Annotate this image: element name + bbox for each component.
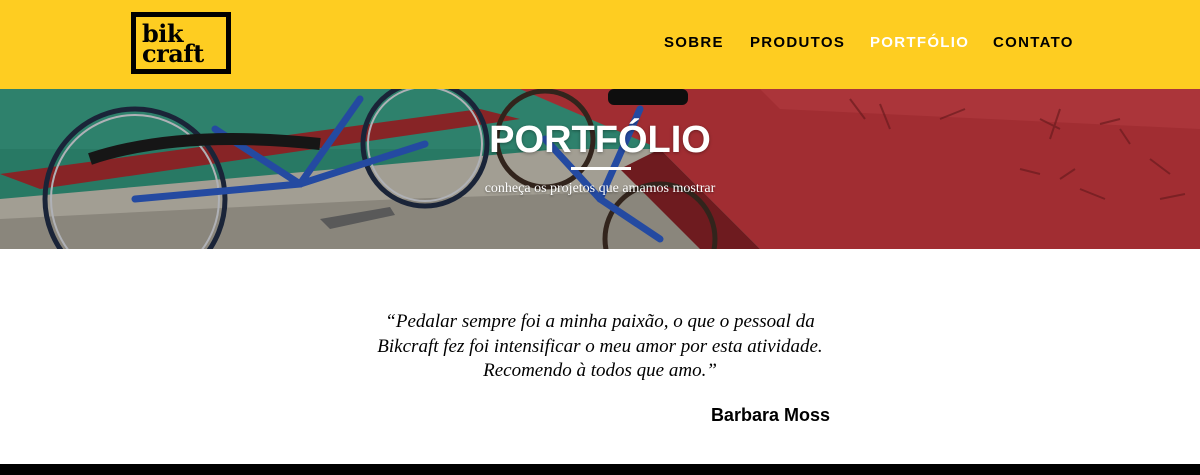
hero-title: PORTFÓLIO [489, 119, 711, 161]
testimonial-author: Barbara Moss [710, 405, 830, 425]
nav-item-produtos[interactable]: PRODUTOS [750, 34, 845, 51]
nav-item-contato[interactable]: CONTATO [993, 34, 1074, 51]
nav-item-portfolio[interactable]: PORTFÓLIO [870, 34, 969, 51]
testimonial-quote: “Pedalar sempre foi a minha paixão, o qu… [377, 311, 823, 381]
hero-banner: PORTFÓLIO conheça os projetos que amamos… [0, 89, 1200, 249]
bikcraft-logo[interactable]: bik craft [131, 12, 231, 74]
hero-subtitle: conheça os projetos que amamos mostrar [484, 181, 716, 196]
logo-text-line2: craft [142, 39, 204, 68]
footer-bar [0, 464, 1200, 475]
site-header: bik craft SOBRE PRODUTOS PORTFÓLIO CONTA… [0, 0, 1200, 89]
hero-title-divider [571, 167, 631, 170]
nav-item-sobre[interactable]: SOBRE [664, 34, 724, 51]
